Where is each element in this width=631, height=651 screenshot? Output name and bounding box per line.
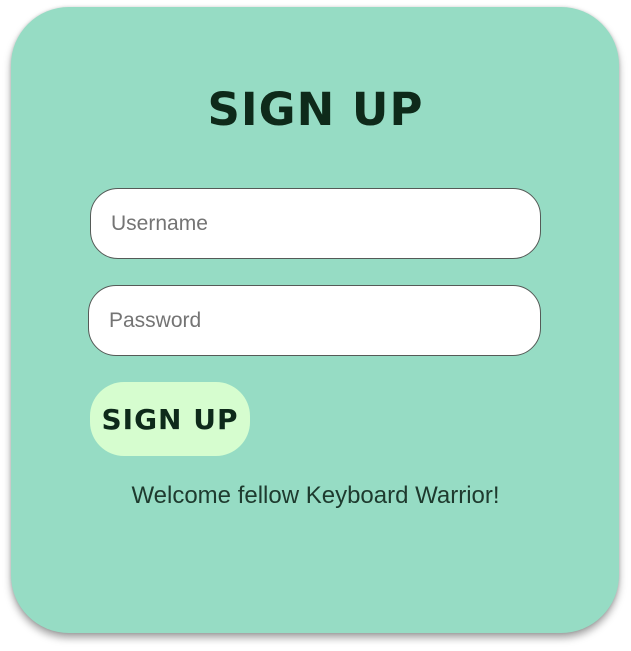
username-input[interactable] xyxy=(90,188,541,259)
page-title: SIGN UP xyxy=(207,83,424,136)
sign-up-button[interactable]: SIGN UP xyxy=(90,382,250,456)
welcome-message: Welcome fellow Keyboard Warrior! xyxy=(131,482,500,509)
password-input[interactable] xyxy=(88,285,541,356)
